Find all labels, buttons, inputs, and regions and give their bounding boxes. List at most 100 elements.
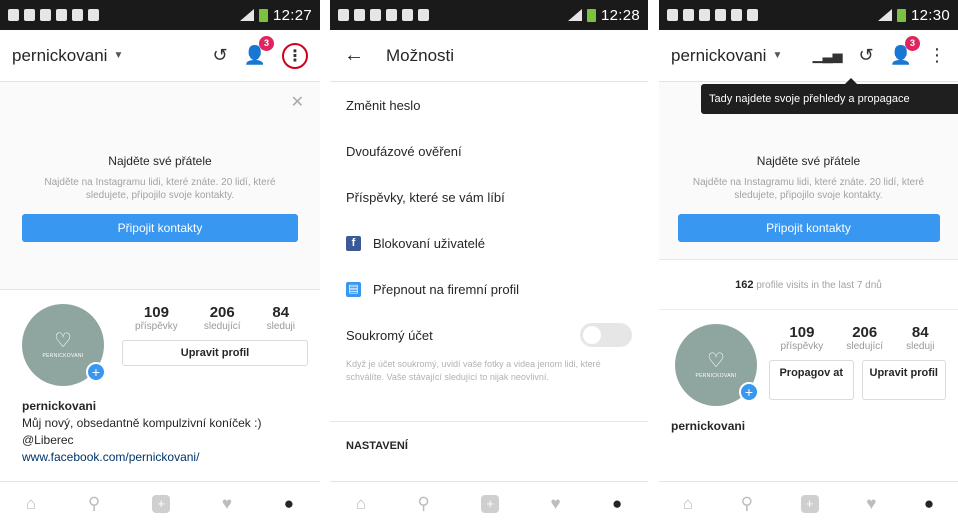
follow-requests-button[interactable]: 👤 3 [890, 36, 920, 66]
clock: 12:28 [600, 6, 640, 24]
signal-icon [239, 9, 254, 21]
screen-profile: 12:27 pernickovani ▼ ↺ 👤 3 ⋮ ✕ Najděte s… [0, 0, 320, 525]
plus-icon[interactable]: + [800, 494, 819, 513]
connect-contacts-button[interactable]: Připojit kontakty [677, 214, 940, 242]
bottom-navigation: ⌂ ⚲ + ♥ ● [659, 481, 958, 525]
option-two-factor[interactable]: Dvoufázové ověření [330, 128, 648, 174]
avatar-logo-text: PERNICKOVANI [695, 373, 737, 379]
profile-stats: 109 příspěvky 206 sledující 84 sleduji U… [122, 304, 308, 386]
option-switch-business[interactable]: ▤ Přepnout na firemní profil [330, 266, 648, 312]
notification-icon [386, 9, 397, 21]
edit-profile-button[interactable]: Upravit profil [122, 340, 308, 366]
status-bar: 12:30 [659, 0, 958, 30]
insights-tooltip[interactable]: Tady najdete svoje přehledy a propagace [701, 78, 958, 114]
private-account-description: Když je účet soukromý, uvidí vaše fotky … [330, 358, 648, 422]
option-liked-posts[interactable]: Příspěvky, které se vám líbí [330, 174, 648, 220]
search-icon[interactable]: ⚲ [417, 494, 429, 514]
bio-text: Můj nový, obsedantně kompulzivní koníček… [22, 416, 262, 430]
option-blocked-users[interactable]: f Blokovaní uživatelé [330, 220, 648, 266]
home-icon[interactable]: ⌂ [26, 494, 36, 514]
notification-icon [370, 9, 381, 21]
page-title: Možnosti [386, 45, 455, 65]
stat-posts[interactable]: 109 příspěvky [135, 304, 178, 332]
stat-posts[interactable]: 109 příspěvky [781, 324, 824, 352]
stat-following[interactable]: 84 sleduji [267, 304, 295, 332]
person-icon[interactable]: ● [284, 494, 294, 514]
stat-following[interactable]: 84 sleduji [906, 324, 934, 352]
search-icon[interactable]: ⚲ [741, 494, 753, 514]
notification-badge: 3 [905, 36, 920, 51]
heart-icon[interactable]: ♥ [551, 494, 561, 514]
battery-icon [586, 8, 596, 22]
connect-contacts-button[interactable]: Připojit kontakty [22, 214, 298, 242]
chevron-down-icon[interactable]: ▼ [113, 50, 123, 61]
account-switcher[interactable]: pernickovani [12, 46, 107, 66]
private-account-toggle[interactable] [580, 323, 632, 347]
close-icon[interactable]: ✕ [291, 92, 304, 112]
bio-link[interactable]: www.facebook.com/pernickovani/ [22, 449, 298, 466]
stat-followers[interactable]: 206 sledující [204, 304, 241, 332]
option-change-password[interactable]: Změnit heslo [330, 82, 648, 128]
bottom-navigation: ⌂ ⚲ + ♥ ● [330, 481, 648, 525]
follow-requests-button[interactable]: 👤 3 [244, 36, 274, 66]
avatar[interactable]: ♡ PERNICKOVANI + [22, 304, 106, 386]
search-icon[interactable]: ⚲ [88, 494, 100, 514]
promote-button[interactable]: Propagov at [769, 360, 854, 400]
status-bar: 12:28 [330, 0, 648, 30]
find-friends-title: Najděte své přátele [108, 154, 212, 168]
bar-chart-icon[interactable]: ▁▃▅ [812, 48, 842, 64]
bio-name: pernickovani [671, 419, 746, 433]
back-arrow-icon[interactable]: ← [344, 44, 364, 67]
history-icon[interactable]: ↺ [212, 45, 227, 66]
business-icon: ▤ [346, 281, 361, 297]
stat-followers[interactable]: 206 sledující [846, 324, 883, 352]
notification-icon [338, 9, 349, 21]
stat-value: 206 [209, 304, 235, 321]
facebook-icon: f [346, 235, 361, 251]
chevron-down-icon[interactable]: ▼ [772, 50, 782, 61]
stat-label: sledující [846, 341, 884, 352]
clock: 12:30 [910, 6, 950, 24]
notification-icon [72, 9, 83, 21]
edit-profile-button[interactable]: Upravit profil [861, 360, 946, 400]
notification-icon [8, 9, 19, 21]
screen-options: 12:28 ← Možnosti Změnit heslo Dvoufázové… [330, 0, 648, 525]
more-vertical-icon[interactable]: ⋮ [282, 42, 308, 69]
stat-label: sleduji [906, 341, 935, 352]
clock: 12:27 [272, 6, 312, 24]
person-icon[interactable]: ● [612, 494, 622, 514]
add-story-icon[interactable]: + [86, 362, 106, 382]
heart-icon[interactable]: ♥ [866, 494, 876, 514]
section-header-settings: NASTAVENÍ [346, 440, 408, 452]
profile-bio: pernickovani Můj nový, obsedantně kompul… [0, 386, 320, 466]
notification-icon [731, 9, 742, 21]
battery-icon [896, 8, 906, 22]
profile-visits[interactable]: 162 profile visits in the last 7 dnů [659, 260, 958, 310]
home-icon[interactable]: ⌂ [356, 494, 366, 514]
notification-icon [24, 9, 35, 21]
account-switcher[interactable]: pernickovani [671, 46, 766, 66]
add-story-icon[interactable]: + [739, 382, 759, 402]
avatar[interactable]: ♡ PERNICKOVANI + [675, 324, 759, 406]
person-icon[interactable]: ● [924, 494, 934, 514]
home-icon[interactable]: ⌂ [683, 494, 693, 514]
plus-icon[interactable]: + [152, 494, 171, 513]
heart-icon[interactable]: ♥ [222, 494, 232, 514]
history-icon[interactable]: ↺ [858, 45, 873, 66]
option-private-account: Soukromý účet [330, 312, 648, 358]
find-friends-description: Najděte na Instagramu lidi, které znáte.… [692, 177, 925, 201]
plus-icon[interactable]: + [481, 494, 500, 513]
option-label: Soukromý účet [346, 327, 433, 343]
notification-icon [354, 9, 365, 21]
stat-value: 109 [143, 304, 169, 321]
option-label: Dvoufázové ověření [346, 143, 462, 159]
notification-icon [683, 9, 694, 21]
options-header: ← Možnosti [330, 30, 648, 82]
stat-label: sleduji [266, 321, 295, 332]
notification-badge: 3 [259, 36, 274, 51]
find-friends-description: Najděte na Instagramu lidi, které znáte.… [44, 177, 276, 201]
notification-icon [699, 9, 710, 21]
notification-icons [667, 9, 758, 21]
more-vertical-icon[interactable]: ⋮ [928, 45, 946, 66]
profile-bio: pernickovani [659, 406, 958, 435]
